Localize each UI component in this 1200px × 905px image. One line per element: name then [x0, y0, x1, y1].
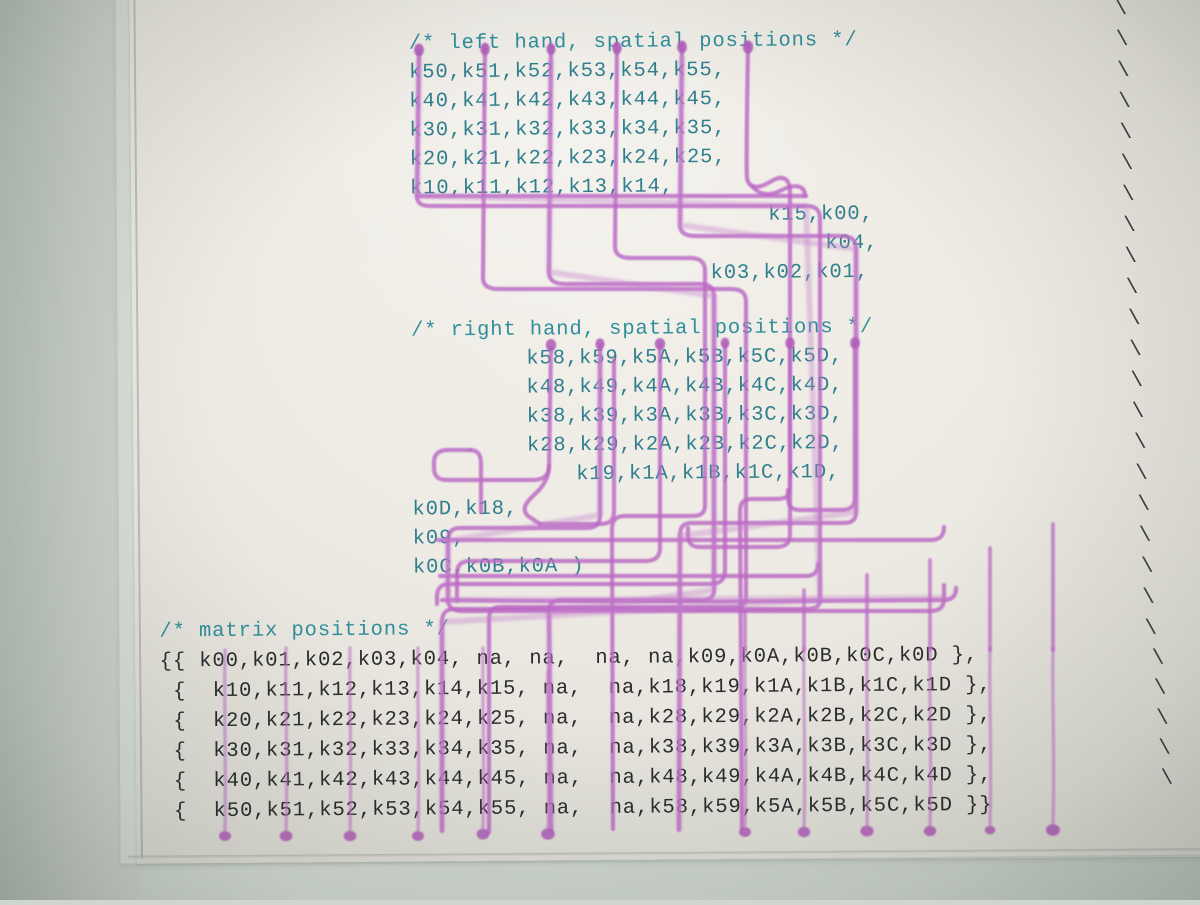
left-hand-row-4: k10,k11,k12,k13,k14,	[409, 175, 675, 201]
left-hand-row-3: k20,k21,k22,k23,k24,k25,	[409, 145, 727, 172]
left-hand-row-0: k50,k51,k52,k53,k54,k55,	[408, 58, 726, 85]
right-hand-thumb-1: k09,	[412, 527, 466, 551]
continuation-backslash: \	[1115, 28, 1129, 52]
continuation-backslash: \	[1118, 90, 1131, 114]
right-hand-row-3: k28,k29,k2A,k2B,k2C,k2D,	[526, 432, 844, 458]
left-hand-row-1: k40,k41,k42,k43,k44,k45,	[409, 87, 727, 114]
matrix-row-0: {{ k00,k01,k02,k03,k04, na, na, na, na,k…	[159, 644, 979, 674]
continuation-backslash: \	[1130, 369, 1144, 393]
continuation-backslash: \	[1160, 767, 1174, 791]
right-hand-row-4: k19,k1A,k1B,k1C,k1D,	[576, 461, 841, 487]
right-hand-comment: /* right hand, spatial positions */	[410, 315, 874, 343]
right-hand-thumb-0: k0D,k18,	[412, 497, 519, 522]
continuation-backslash: \	[1131, 400, 1145, 424]
continuation-backslash: \	[1138, 524, 1152, 548]
continuation-backslash: \	[1129, 338, 1142, 362]
continuation-backslash: \	[1123, 214, 1136, 238]
matrix-comment: /* matrix positions */	[159, 618, 450, 644]
continuation-backslash: \	[1121, 183, 1135, 207]
continuation-backslash: \	[1124, 245, 1138, 269]
right-hand-row-0: k58,k59,k5A,k5B,k5C,k5D,	[526, 345, 844, 371]
left-hand-thumb-2: k03,k02,k01,	[710, 260, 870, 286]
left-hand-row-2: k30,k31,k32,k33,k34,k35,	[409, 116, 727, 143]
left-hand-comment: /* left hand, spatial positions */	[408, 28, 858, 56]
continuation-backslash: \	[1116, 59, 1130, 83]
continuation-backslash: \	[1120, 152, 1134, 176]
continuation-backslash: \	[1135, 462, 1148, 486]
matrix-row-4: { k40,k41,k42,k43,k44,k45, na, na,k48,k4…	[160, 763, 993, 794]
continuation-backslash: \	[1144, 617, 1158, 641]
code-listing: /* left hand, spatial positions */ k50,k…	[0, 0, 1200, 905]
continuation-backslash: \	[1127, 307, 1141, 331]
continuation-backslash: \	[1158, 737, 1172, 761]
matrix-row-5: { k50,k51,k52,k53,k54,k55, na, na,k58,k5…	[160, 793, 993, 824]
right-hand-thumb-2: k0C,k0B,k0A )	[412, 555, 585, 580]
left-hand-thumb-0: k15,k00,	[768, 202, 874, 227]
right-hand-row-1: k48,k49,k4A,k4B,k4C,k4D,	[526, 374, 844, 400]
continuation-backslash: \	[1114, 0, 1128, 21]
continuation-backslash: \	[1140, 555, 1154, 579]
continuation-backslash: \	[1119, 121, 1133, 145]
matrix-row-2: { k20,k21,k22,k23,k24,k25, na, na,k28,k2…	[160, 703, 992, 734]
continuation-backslash: \	[1153, 677, 1167, 701]
right-hand-row-2: k38,k39,k3A,k3B,k3C,k3D,	[526, 403, 844, 429]
continuation-backslash: \	[1125, 276, 1139, 300]
continuation-backslash: \	[1133, 431, 1147, 455]
matrix-row-1: { k10,k11,k12,k13,k14,k15, na, na,k18,k1…	[159, 673, 992, 704]
continuation-backslash: \	[1151, 647, 1165, 671]
matrix-row-3: { k30,k31,k32,k33,k34,k35, na, na,k38,k3…	[160, 733, 993, 764]
continuation-backslash: \	[1137, 493, 1151, 517]
continuation-backslash: \	[1142, 586, 1155, 610]
continuation-backslash: \	[1156, 707, 1169, 731]
left-hand-thumb-1: k04,	[825, 231, 879, 256]
